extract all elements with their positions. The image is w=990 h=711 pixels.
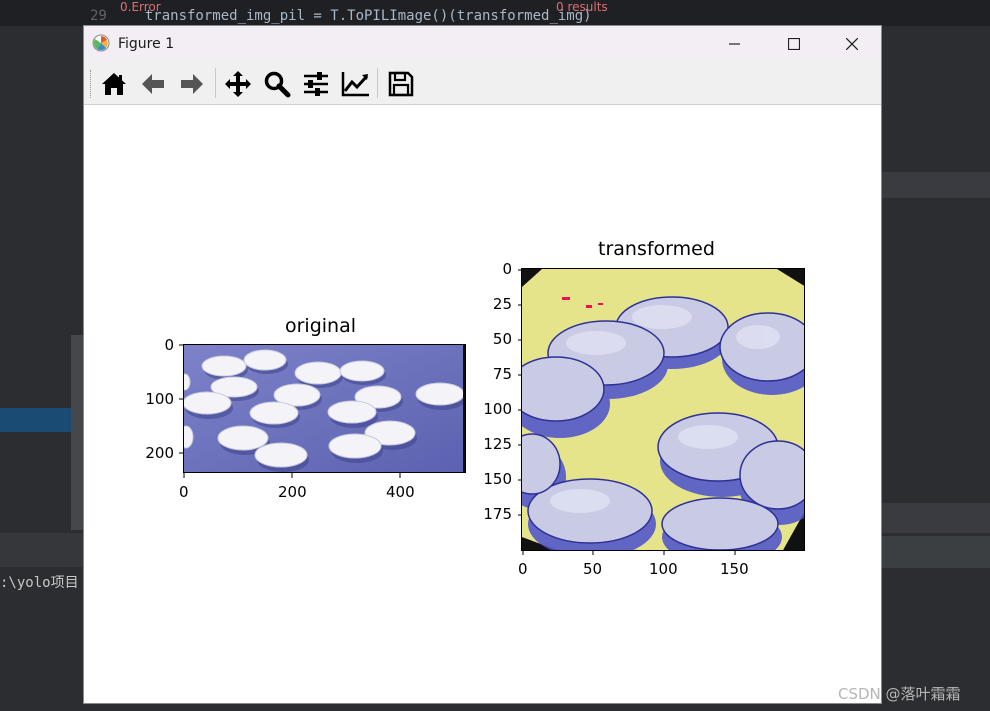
- code-text: transformed_img_pil = T.ToPILImage()(tra…: [144, 8, 592, 24]
- y-tick-label: 150: [483, 470, 512, 488]
- line-number: 29: [90, 8, 107, 24]
- csdn-watermark: CSDN @落叶霜霜: [838, 685, 961, 703]
- minimize-button[interactable]: [706, 26, 764, 62]
- back-arrow-icon: [142, 74, 164, 94]
- figure-window: Figure 1 original 0 100 200 0 200 400 tr…: [83, 25, 882, 704]
- toolbar-grip[interactable]: [90, 70, 93, 98]
- navigation-toolbar: [84, 62, 881, 105]
- forward-arrow-icon: [181, 74, 203, 94]
- home-icon: [102, 73, 126, 95]
- subplot-title-transformed: transformed: [598, 238, 715, 260]
- y-tick-label: 125: [483, 435, 512, 453]
- x-tick-label: 150: [720, 560, 749, 578]
- save-button[interactable]: [384, 67, 418, 101]
- zoom-button[interactable]: [260, 67, 294, 101]
- image-transformed-pills: [522, 269, 804, 550]
- code-line: 29 transformed_img_pil = T.ToPILImage()(t…: [90, 8, 592, 24]
- x-tick-label: 50: [583, 560, 603, 578]
- axes-transformed[interactable]: [521, 268, 805, 551]
- pan-button[interactable]: [221, 67, 255, 101]
- configure-subplots-icon: [304, 72, 328, 96]
- save-icon: [388, 71, 414, 97]
- minimize-icon: [729, 43, 740, 45]
- ide-right-strip: [882, 503, 990, 533]
- y-tick-label: 175: [483, 505, 512, 523]
- back-button[interactable]: [136, 67, 170, 101]
- x-tick-label: 100: [649, 560, 678, 578]
- edit-axes-button[interactable]: [338, 67, 372, 101]
- matplotlib-logo-icon: [92, 34, 110, 52]
- y-tick-label: 25: [492, 295, 512, 313]
- ide-right-strip: [882, 536, 990, 568]
- toolbar-separator: [377, 68, 378, 98]
- ide-run-header: [0, 533, 84, 567]
- ide-scrollbar[interactable]: [71, 335, 83, 530]
- pan-icon: [225, 71, 251, 97]
- y-tick-label: 50: [492, 330, 512, 348]
- title-bar[interactable]: Figure 1: [84, 26, 881, 62]
- home-button[interactable]: [97, 67, 131, 101]
- maximize-icon: [788, 38, 800, 50]
- close-button[interactable]: [823, 26, 881, 62]
- ide-editor-top: 0.Error 0 results 29 transformed_img_pil …: [0, 0, 990, 26]
- toolbar-separator: [215, 68, 216, 98]
- close-icon: [846, 38, 858, 50]
- y-tick-label: 0: [502, 260, 512, 278]
- x-tick-label: 0: [518, 560, 528, 578]
- maximize-button[interactable]: [765, 26, 823, 62]
- y-tick-label: 75: [492, 365, 512, 383]
- configure-subplots-button[interactable]: [299, 67, 333, 101]
- ide-right-panel: [882, 26, 990, 711]
- terminal-path: :\yolo项目: [0, 575, 79, 591]
- forward-button[interactable]: [175, 67, 209, 101]
- window-title: Figure 1: [118, 36, 175, 52]
- figure-canvas[interactable]: original 0 100 200 0 200 400 transformed…: [84, 105, 881, 703]
- y-tick-label: 100: [483, 400, 512, 418]
- ide-right-strip: [882, 172, 990, 198]
- edit-axes-icon: [341, 72, 369, 97]
- zoom-icon: [264, 71, 291, 98]
